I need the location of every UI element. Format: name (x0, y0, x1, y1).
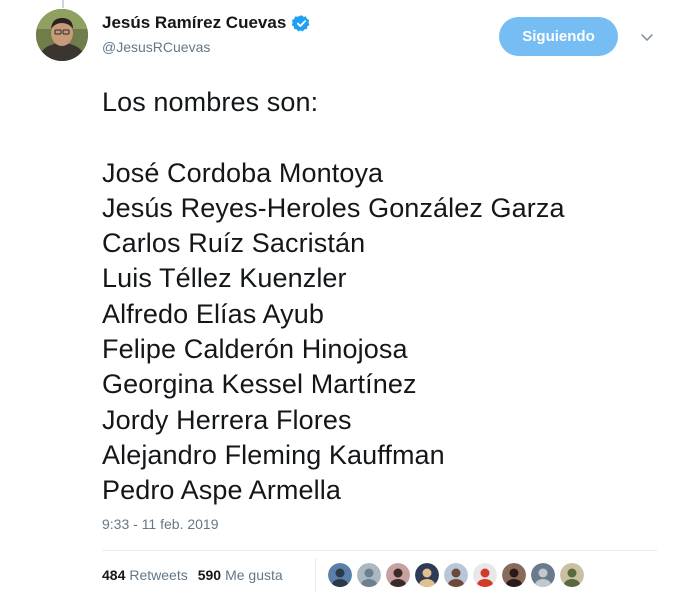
tweet-text-line: Jordy Herrera Flores (102, 404, 352, 435)
tweet-text-line: Los nombres son: (102, 87, 319, 117)
tweet-text-line: Pedro Aspe Armella (102, 475, 341, 506)
tweet-text-line: Georgina Kessel Martínez (102, 369, 417, 400)
liker-avatar[interactable] (415, 563, 439, 587)
stats-divider (315, 558, 316, 592)
liker-avatar[interactable] (444, 563, 468, 587)
tweet-text-line: Felipe Calderón Hinojosa (102, 334, 408, 365)
divider (102, 550, 657, 551)
likes-count: 590 (197, 567, 222, 583)
author-avatar[interactable] (36, 9, 88, 61)
liker-avatar[interactable] (328, 563, 352, 587)
tweet-author: Jesús Ramírez Cuevas @JesusRCuevas (102, 12, 311, 55)
tweet-text-line: Alejandro Fleming Kauffman (102, 439, 445, 470)
tweet-text-line: Alfredo Elías Ayub (102, 298, 324, 329)
author-display-name[interactable]: Jesús Ramírez Cuevas (102, 13, 286, 33)
liker-avatar[interactable] (386, 563, 410, 587)
retweets-count: 484 (102, 567, 126, 583)
tweet-text: Los nombres son: José Cordoba Montoya Je… (102, 85, 565, 509)
author-name-row: Jesús Ramírez Cuevas (102, 12, 311, 34)
liker-avatar[interactable] (560, 563, 584, 587)
tweet-text-line: Luis Téllez Kuenzler (102, 263, 347, 294)
tweet-text-line: Carlos Ruíz Sacristán (102, 228, 366, 259)
tweet-text-line: José Cordoba Montoya (102, 157, 384, 188)
tweet-timestamp[interactable]: 9:33 - 11 feb. 2019 (102, 516, 219, 532)
liker-avatar[interactable] (473, 563, 497, 587)
retweets-stat[interactable]: 484 Retweets (102, 567, 188, 583)
liker-avatar[interactable] (357, 563, 381, 587)
tweet-stats: 484 Retweets 590 Me gusta (102, 567, 293, 583)
author-handle[interactable]: @JesusRCuevas (102, 39, 311, 55)
chevron-down-icon[interactable] (639, 29, 655, 45)
thread-line (62, 0, 64, 8)
liker-avatar[interactable] (502, 563, 526, 587)
likes-label: Me gusta (225, 567, 283, 583)
likes-stat[interactable]: 590 Me gusta (198, 567, 283, 583)
tweet-text-line: Jesús Reyes-Heroles González Garza (102, 192, 565, 223)
retweets-label: Retweets (129, 567, 188, 583)
liker-avatars (328, 563, 584, 587)
verified-badge-icon (291, 14, 311, 33)
following-button[interactable]: Siguiendo (499, 17, 618, 56)
liker-avatar[interactable] (531, 563, 555, 587)
tweet-text-blank-line (102, 120, 565, 155)
